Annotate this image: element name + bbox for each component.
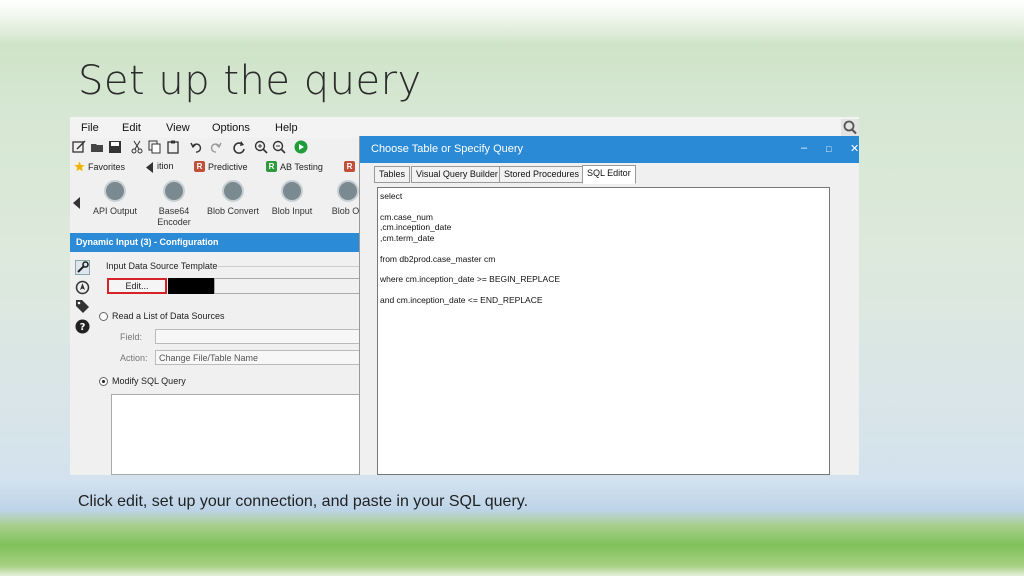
tab-tables[interactable]: Tables (374, 166, 411, 183)
zoom-in-icon[interactable] (254, 140, 268, 154)
sql-line: ,cm.term_date (380, 233, 435, 243)
blob-input-icon (281, 180, 303, 202)
sql-line: from db2prod.case_master cm (380, 254, 496, 264)
tab-stored-procedures[interactable]: Stored Procedures (499, 166, 585, 183)
open-folder-icon[interactable] (90, 140, 104, 154)
tool-label: Blob Input (271, 206, 313, 216)
choose-table-dialog: Choose Table or Specify Query – □ ✕ Tabl… (359, 136, 859, 475)
tool-label: API Output (92, 206, 138, 216)
tool-palette: API Output Base64 Encoder Blob Convert B… (70, 178, 364, 234)
menu-bar: File Edit View Options Help (70, 117, 859, 138)
slide-title: Set up the query (78, 58, 422, 104)
r-badge-icon: R (266, 161, 277, 172)
tool-api-output[interactable]: API Output (85, 180, 145, 216)
action-select[interactable]: Change File/Table Name (155, 350, 360, 365)
category-partial[interactable]: ition (157, 161, 174, 171)
tool-base64-encoder[interactable]: Base64 Encoder (144, 180, 204, 228)
tab-visual-query-builder[interactable]: Visual Query Builder (411, 166, 503, 183)
tab-sql-editor[interactable]: SQL Editor (582, 165, 636, 184)
toolbar (70, 138, 360, 158)
menu-help[interactable]: Help (275, 122, 298, 134)
modify-sql-textarea[interactable] (111, 394, 360, 475)
help-icon[interactable]: ? (75, 319, 90, 334)
field-label: Field: (120, 332, 143, 342)
new-workflow-icon[interactable] (72, 140, 86, 154)
category-favorites[interactable]: Favorites (74, 161, 125, 172)
dialog-title-bar: Choose Table or Specify Query (360, 136, 859, 163)
close-icon[interactable]: ✕ (850, 142, 859, 155)
category-ab-testing[interactable]: R AB Testing (266, 161, 323, 172)
tool-blob-convert[interactable]: Blob Convert (203, 180, 263, 216)
minimize-icon[interactable]: – (801, 142, 807, 154)
navigate-icon[interactable] (75, 280, 90, 295)
edit-button[interactable]: Edit... (107, 278, 167, 294)
tool-label: Blob Convert (206, 206, 260, 216)
category-favorites-label: Favorites (88, 161, 126, 172)
save-icon[interactable] (108, 140, 122, 154)
blob-output-icon (337, 180, 359, 202)
category-next[interactable]: R (344, 161, 355, 172)
menu-edit[interactable]: Edit (122, 122, 141, 134)
category-partial-label: ition (157, 161, 174, 171)
sql-line: select (380, 191, 403, 201)
r-badge-icon: R (344, 161, 355, 172)
undo-icon[interactable] (190, 140, 204, 154)
redacted-connection (168, 278, 214, 294)
copy-icon[interactable] (148, 140, 162, 154)
r-badge-icon: R (194, 161, 205, 172)
category-predictive-label: Predictive (208, 161, 248, 172)
chevron-left-icon[interactable] (146, 162, 154, 173)
sql-line: and cm.inception_date <= END_REPLACE (380, 295, 543, 305)
group-divider (218, 266, 360, 267)
cut-icon[interactable] (130, 140, 144, 154)
dialog-title: Choose Table or Specify Query (371, 143, 524, 155)
slide-caption: Click edit, set up your connection, and … (78, 493, 529, 510)
category-predictive[interactable]: R Predictive (194, 161, 248, 172)
chevron-left-icon[interactable] (73, 197, 80, 209)
menu-options[interactable]: Options (212, 122, 250, 134)
tool-category-bar: Favorites ition R Predictive R AB Testin… (70, 158, 360, 178)
read-list-radio[interactable] (99, 312, 108, 321)
tag-icon[interactable] (75, 299, 90, 314)
connection-field (214, 278, 360, 294)
modify-sql-label: Modify SQL Query (112, 376, 186, 386)
search-icon[interactable] (841, 119, 859, 136)
sql-editor[interactable]: select cm.case_num ,cm.inception_date ,c… (377, 187, 830, 475)
maximize-icon[interactable]: □ (826, 144, 831, 154)
sql-line: cm.case_num (380, 212, 433, 222)
alteryx-screenshot: File Edit View Options Help Favorites it… (70, 117, 859, 475)
tool-blob-input[interactable]: Blob Input (262, 180, 322, 216)
zoom-out-icon[interactable] (272, 140, 286, 154)
config-panel-header: Dynamic Input (3) - Configuration (70, 233, 360, 252)
star-icon (74, 161, 85, 172)
sql-line: ,cm.inception_date (380, 222, 452, 232)
modify-sql-radio[interactable] (99, 377, 108, 386)
blob-convert-icon (222, 180, 244, 202)
menu-file[interactable]: File (81, 122, 99, 134)
read-list-label: Read a List of Data Sources (112, 311, 225, 321)
action-label: Action: (120, 353, 148, 363)
config-side-toolbar: ? (70, 255, 96, 475)
run-icon[interactable] (294, 140, 308, 154)
input-template-label: Input Data Source Template (106, 261, 218, 271)
field-select[interactable] (155, 329, 360, 344)
refresh-icon[interactable] (232, 140, 246, 154)
menu-view[interactable]: View (166, 122, 190, 134)
tool-label: Base64 Encoder (157, 206, 191, 227)
svg-text:?: ? (80, 322, 86, 333)
base64-encoder-icon (163, 180, 185, 202)
wrench-icon[interactable] (75, 260, 90, 275)
paste-icon[interactable] (166, 140, 180, 154)
redo-icon[interactable] (208, 140, 222, 154)
api-output-icon (104, 180, 126, 202)
category-ab-testing-label: AB Testing (280, 161, 323, 172)
sql-line: where cm.inception_date >= BEGIN_REPLACE (380, 274, 561, 284)
